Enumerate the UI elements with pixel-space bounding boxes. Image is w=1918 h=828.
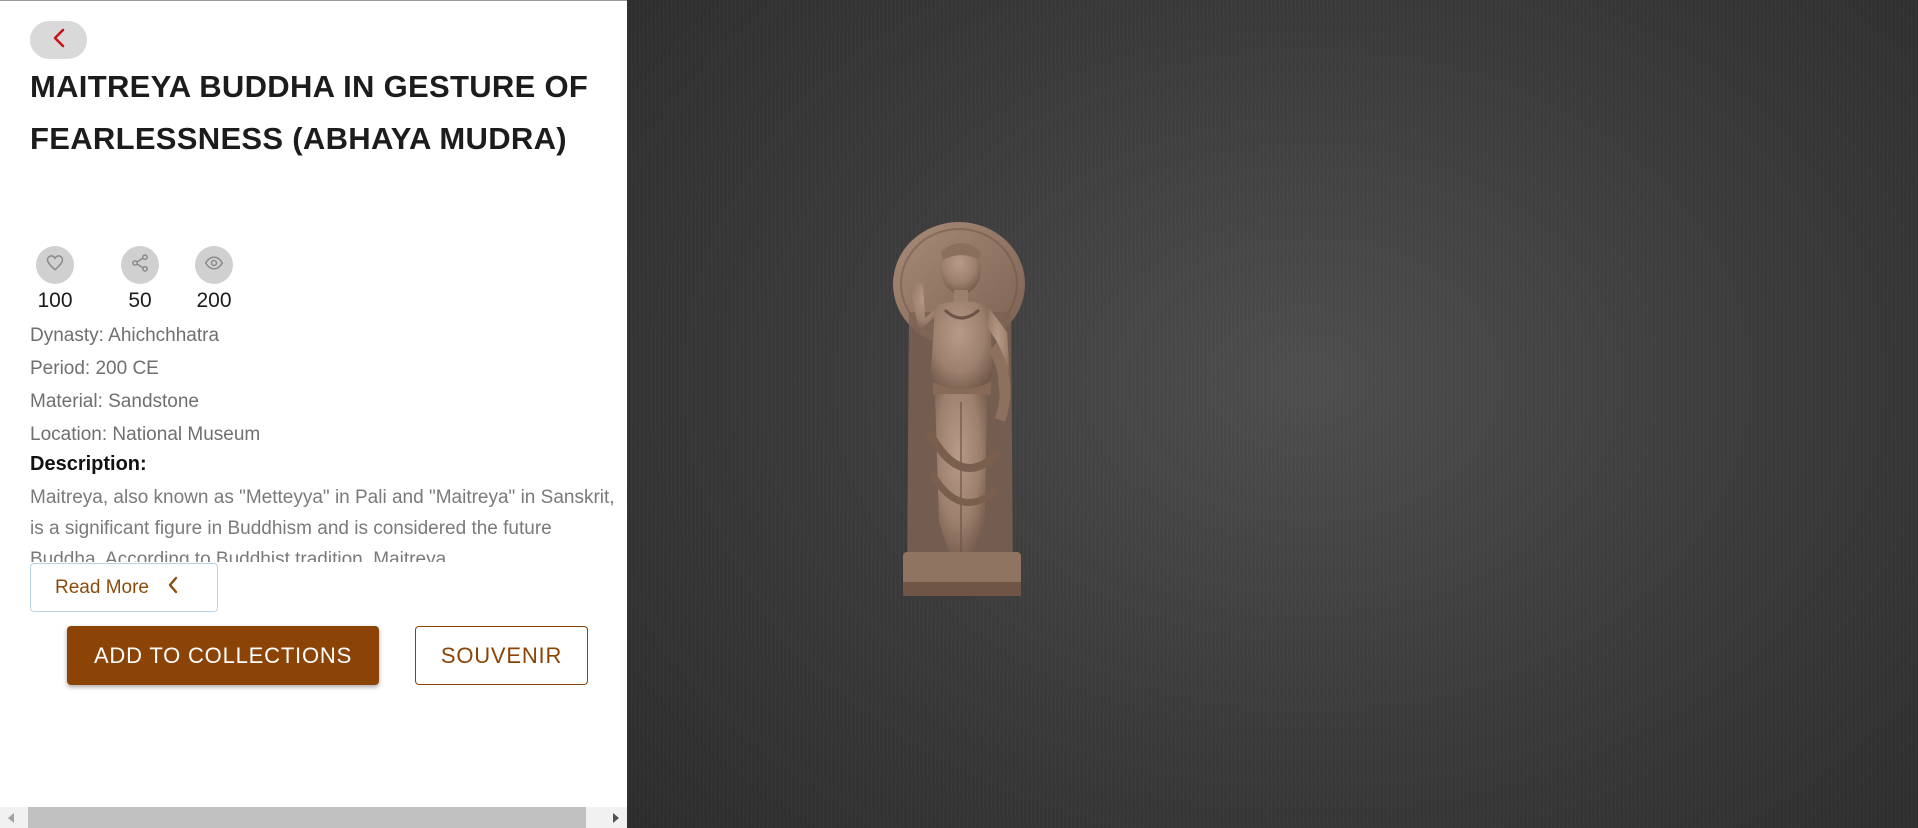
share-stat: 50 [105, 246, 175, 313]
eye-icon [203, 253, 225, 278]
scrollbar-thumb[interactable] [28, 807, 586, 828]
sculpture-model[interactable] [889, 222, 1039, 606]
location-text: Location: National Museum [30, 424, 261, 445]
page: MAITREYA BUDDHA IN GESTURE OF FEARLESSNE… [0, 0, 1918, 828]
add-to-collections-button[interactable]: ADD TO COLLECTIONS [67, 626, 379, 685]
description-heading: Description: [30, 453, 147, 475]
model-viewer[interactable] [627, 0, 1918, 828]
like-stat: 100 [20, 246, 90, 313]
artifact-meta: Dynasty: Ahichchhatra Period: 200 CE Mat… [30, 319, 610, 451]
view-stat: 200 [179, 246, 249, 313]
like-count: 100 [37, 289, 73, 312]
view-button[interactable] [195, 246, 233, 284]
read-more-label: Read More [55, 576, 149, 598]
back-button[interactable] [30, 21, 87, 59]
chevron-left-icon [52, 28, 66, 53]
souvenir-button[interactable]: SOUVENIR [415, 626, 588, 685]
scroll-right-arrow[interactable] [605, 807, 627, 828]
chevron-left-icon [167, 576, 179, 600]
dynasty-text: Dynasty: Ahichchhatra [30, 325, 220, 346]
artifact-title: MAITREYA BUDDHA IN GESTURE OF FEARLESSNE… [30, 69, 589, 156]
description-text: Maitreya, also known as "Metteyya" in Pa… [30, 487, 615, 562]
period-text: Period: 200 CE [30, 358, 159, 379]
details-panel: MAITREYA BUDDHA IN GESTURE OF FEARLESSNE… [0, 0, 627, 828]
share-icon [130, 253, 150, 278]
horizontal-scrollbar[interactable] [0, 807, 627, 828]
share-button[interactable] [121, 246, 159, 284]
scroll-left-arrow[interactable] [0, 807, 22, 828]
read-more-button[interactable]: Read More [30, 563, 218, 612]
heart-icon [45, 253, 65, 278]
share-count: 50 [128, 289, 152, 312]
like-button[interactable] [36, 246, 74, 284]
view-count: 200 [196, 289, 232, 312]
material-text: Material: Sandstone [30, 391, 199, 412]
